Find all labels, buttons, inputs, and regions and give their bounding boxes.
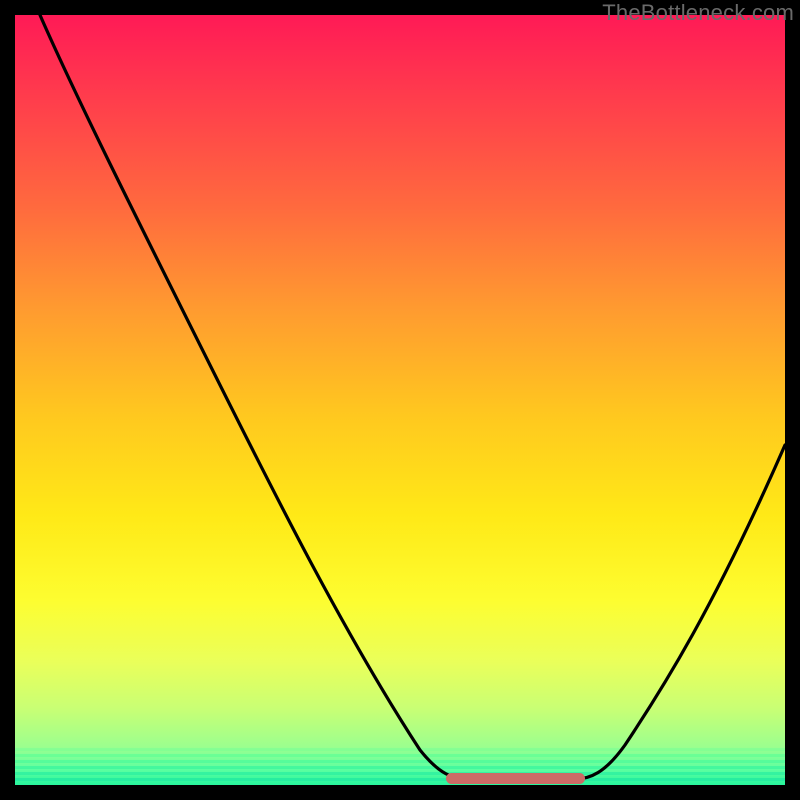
optimal-range-marker xyxy=(446,773,585,784)
watermark-text: TheBottleneck.com xyxy=(602,0,794,26)
bottleneck-curve xyxy=(15,15,785,785)
curve-path xyxy=(40,15,785,779)
